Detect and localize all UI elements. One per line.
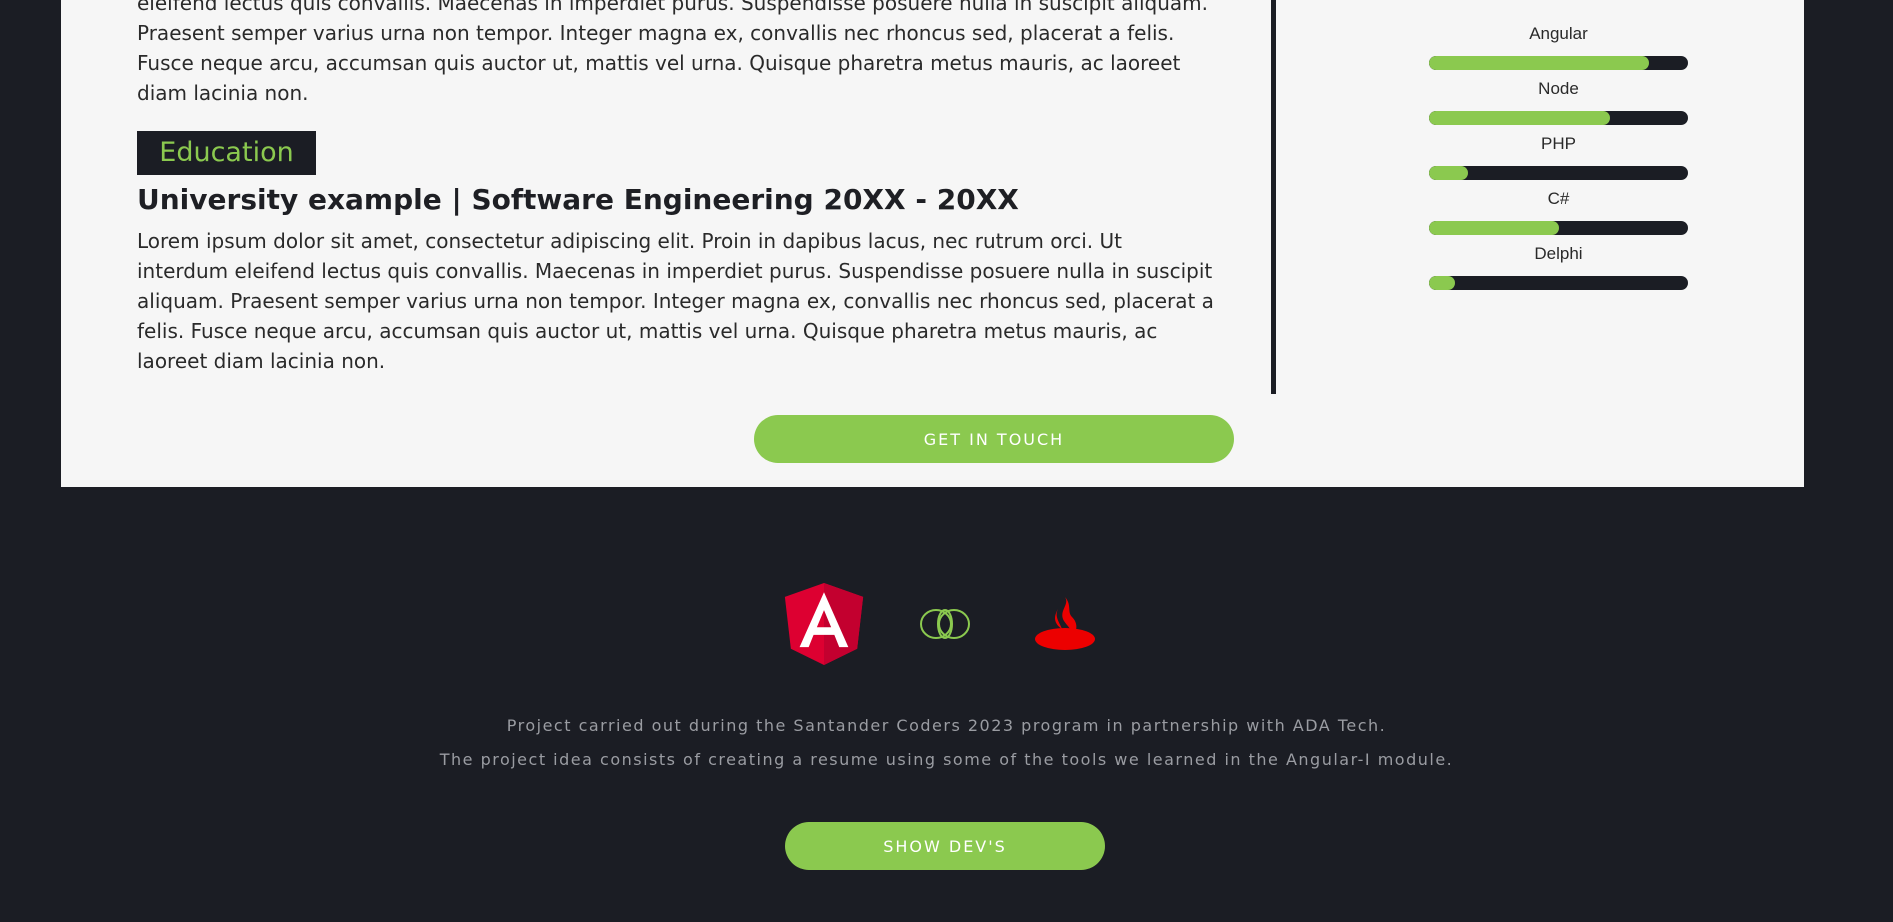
skill-bar [1429, 276, 1688, 290]
skill-item: Delphi [1429, 244, 1688, 299]
skill-bar [1429, 56, 1688, 70]
resume-card: eleifend lectus quis convallis. Maecenas… [61, 0, 1804, 487]
footer-credit-line: Project carried out during the Santander… [506, 716, 1387, 735]
skill-bar-fill [1429, 166, 1468, 180]
skill-item: PHP [1429, 134, 1688, 189]
skill-bar-fill [1429, 111, 1611, 125]
skill-bar [1429, 221, 1688, 235]
skill-bar [1429, 166, 1688, 180]
angular-icon[interactable] [784, 583, 864, 669]
skill-label: C# [1547, 189, 1570, 208]
skill-label: Node [1538, 79, 1579, 98]
education-description: Lorem ipsum dolor sit amet, consectetur … [137, 229, 1214, 373]
skill-item: Angular [1429, 24, 1688, 79]
experience-description: eleifend lectus quis convallis. Maecenas… [137, 0, 1208, 105]
skill-item: C# [1429, 189, 1688, 244]
get-in-touch-button[interactable]: GET IN TOUCH [754, 415, 1234, 463]
skill-label: Delphi [1534, 244, 1583, 263]
page: eleifend lectus quis convallis. Maecenas… [0, 0, 1893, 922]
show-devs-button[interactable]: SHOW DEV'S [785, 822, 1105, 870]
education-title: University example | Software Engineerin… [137, 183, 1019, 216]
skill-bar-fill [1429, 56, 1650, 70]
skill-bar-fill [1429, 221, 1559, 235]
skill-item: Node [1429, 79, 1688, 134]
skills-list: Angular Node PHP C# Delphi [1429, 24, 1688, 299]
santander-icon[interactable] [1034, 595, 1096, 655]
skill-label: Angular [1529, 24, 1588, 43]
ada-tech-icon[interactable] [919, 607, 971, 645]
skill-bar [1429, 111, 1688, 125]
skill-bar-fill [1429, 276, 1455, 290]
education-section-badge: Education [137, 131, 316, 175]
skill-label: PHP [1541, 134, 1576, 153]
column-divider [1271, 0, 1276, 394]
footer-project-line: The project idea consists of creating a … [439, 750, 1454, 769]
footer-logos [0, 583, 1893, 665]
